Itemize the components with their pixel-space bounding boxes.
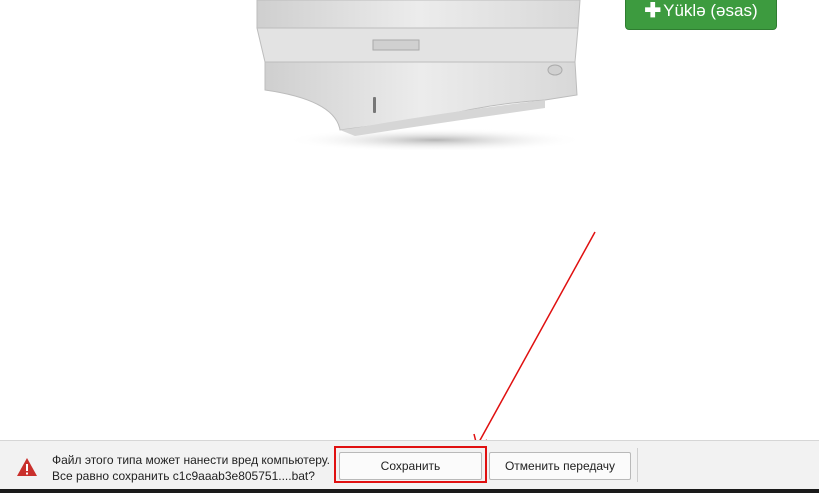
taskbar-strip [0, 489, 819, 493]
divider [637, 448, 638, 482]
printer-image [256, 0, 585, 150]
warning-line-1: Файл этого типа может нанести вред компь… [52, 453, 330, 467]
download-button-label: Yüklə (əsas) [663, 1, 758, 20]
plus-icon: ✚ [644, 0, 662, 22]
warning-message: Файл этого типа может нанести вред компь… [52, 452, 330, 484]
warning-triangle-icon [17, 458, 37, 476]
product-area: ✚ Yüklə (əsas) [0, 0, 819, 448]
warning-line-2: Все равно сохранить c1c9aaab3e805751....… [52, 469, 315, 483]
download-bar: Файл этого типа может нанести вред компь… [0, 440, 819, 493]
download-button[interactable]: ✚ Yüklə (əsas) [625, 0, 777, 30]
save-button[interactable]: Сохранить [339, 452, 482, 480]
cancel-download-button[interactable]: Отменить передачу [489, 452, 631, 480]
